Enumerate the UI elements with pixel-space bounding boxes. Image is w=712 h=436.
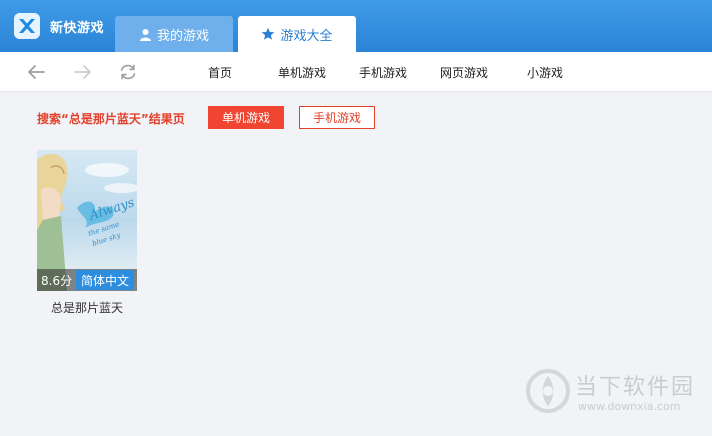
tab-label: 游戏大全 bbox=[280, 28, 333, 44]
refresh-icon bbox=[120, 64, 136, 80]
nav-link-web-games[interactable]: 网页游戏 bbox=[440, 64, 488, 81]
game-title[interactable]: 总是那片蓝天 bbox=[37, 299, 137, 316]
rating-strip: 8.6分 简体中文 bbox=[37, 269, 137, 291]
search-result-label: 搜索“总是那片蓝天”结果页 bbox=[37, 112, 185, 126]
game-card[interactable]: Always the same blue sky 8.6分 简体中文 总是那片蓝… bbox=[37, 150, 137, 315]
refresh-button[interactable] bbox=[117, 62, 139, 82]
app-logo-icon bbox=[14, 13, 40, 39]
star-icon bbox=[261, 27, 275, 41]
forward-arrow-icon bbox=[74, 65, 91, 79]
filter-pc-games-button[interactable]: 单机游戏 bbox=[208, 106, 284, 129]
watermark-logo-icon bbox=[525, 368, 571, 418]
nav-link-pc-games[interactable]: 单机游戏 bbox=[278, 64, 326, 81]
game-cover-image[interactable]: Always the same blue sky 8.6分 简体中文 bbox=[37, 150, 137, 291]
watermark-name: 当下软件园 bbox=[575, 375, 696, 400]
game-rating: 8.6分 bbox=[41, 274, 73, 288]
tab-label: 我的游戏 bbox=[156, 28, 209, 44]
back-arrow-icon bbox=[28, 65, 45, 79]
watermark-url: www.downxia.com bbox=[578, 400, 681, 413]
nav-bar: 首页 单机游戏 手机游戏 网页游戏 小游戏 bbox=[0, 52, 712, 92]
tab-my-games[interactable]: 我的游戏 bbox=[115, 16, 233, 52]
nav-link-home[interactable]: 首页 bbox=[208, 64, 232, 81]
back-button[interactable] bbox=[25, 62, 47, 82]
user-icon bbox=[139, 28, 152, 41]
forward-button[interactable] bbox=[72, 62, 94, 82]
title-bar: 新快游戏 我的游戏 游戏大全 bbox=[0, 0, 712, 52]
language-badge: 简体中文 bbox=[76, 270, 134, 290]
filter-mobile-games-button[interactable]: 手机游戏 bbox=[299, 106, 375, 129]
nav-link-mobile-games[interactable]: 手机游戏 bbox=[359, 64, 407, 81]
tab-all-games[interactable]: 游戏大全 bbox=[238, 16, 356, 52]
nav-link-mini-games[interactable]: 小游戏 bbox=[527, 64, 563, 81]
app-title: 新快游戏 bbox=[50, 21, 105, 36]
